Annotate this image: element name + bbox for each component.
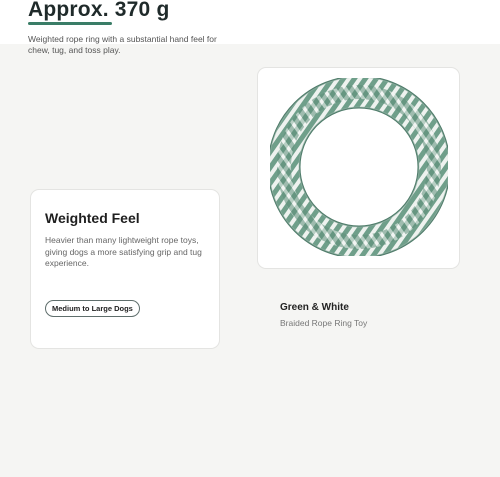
page-title: Approx. 370 g <box>28 0 170 21</box>
feature-description: Heavier than many lightweight rope toys,… <box>45 235 202 268</box>
feature-title: Weighted Feel <box>45 210 140 226</box>
intro-text: Weighted rope ring with a substantial ha… <box>28 34 217 55</box>
title-underline <box>28 22 112 25</box>
product-card <box>257 67 460 269</box>
size-badge: Medium to Large Dogs <box>45 300 140 317</box>
feature-card: Weighted Feel Heavier than many lightwei… <box>30 189 220 349</box>
product-type: Braided Rope Ring Toy <box>280 318 368 328</box>
product-color-name: Green & White <box>280 302 349 313</box>
rope-ring-toy-image <box>270 78 448 256</box>
